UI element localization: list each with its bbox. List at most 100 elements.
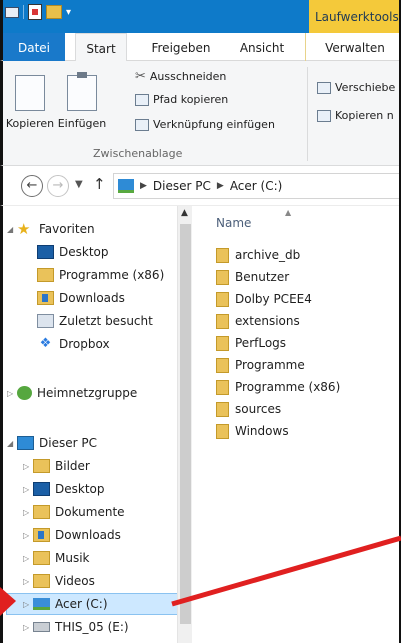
- customize-toolbar-chevron-icon[interactable]: ▾: [66, 7, 71, 18]
- nav-pc-drive-e[interactable]: ▷ THIS_05 (E:): [23, 616, 129, 638]
- dropbox-icon: ❖: [39, 336, 52, 351]
- tab-manage[interactable]: Verwalten: [305, 33, 401, 61]
- nav-pc-pictures-label: Bilder: [55, 459, 90, 473]
- file-item-label: PerfLogs: [235, 336, 287, 350]
- nav-favorites[interactable]: ◢ ★ Favoriten: [7, 218, 95, 240]
- recent-locations-chevron-icon[interactable]: ▼: [75, 179, 83, 190]
- nav-homegroup-label: Heimnetzgruppe: [37, 386, 138, 400]
- expand-arrow-icon[interactable]: ▷: [23, 600, 33, 609]
- file-item[interactable]: Benutzer: [216, 266, 289, 288]
- file-item[interactable]: Dolby PCEE4: [216, 288, 312, 310]
- nav-fav-dropbox[interactable]: ❖ Dropbox: [37, 333, 110, 355]
- removable-drive-icon: [33, 622, 50, 632]
- paste-shortcut-button[interactable]: Verknüpfung einfügen: [135, 118, 275, 131]
- breadcrumb-separator-icon[interactable]: ▶: [140, 181, 147, 191]
- nav-fav-downloads-label: Downloads: [59, 291, 125, 305]
- file-item[interactable]: PerfLogs: [216, 332, 286, 354]
- ribbon-tab-row: Datei Start Freigeben Ansicht Verwalten: [0, 33, 401, 61]
- breadcrumb-drive-c[interactable]: Acer (C:): [230, 179, 283, 193]
- expand-arrow-icon[interactable]: ▷: [23, 508, 33, 517]
- file-item[interactable]: extensions: [216, 310, 300, 332]
- nav-this-pc[interactable]: ◢ Dieser PC: [7, 432, 97, 454]
- tab-view[interactable]: Ansicht: [229, 33, 295, 61]
- nav-pc-downloads-label: Downloads: [55, 528, 121, 542]
- folder-icon: [216, 423, 229, 439]
- nav-pc-drive-e-label: THIS_05 (E:): [55, 620, 129, 634]
- videos-library-icon: [33, 574, 50, 588]
- file-item[interactable]: Programme (x86): [216, 376, 340, 398]
- desktop-icon: [33, 482, 50, 496]
- downloads-icon: [37, 291, 54, 305]
- address-bar[interactable]: ▶ Dieser PC ▶ Acer (C:): [113, 173, 401, 199]
- nav-pc-videos[interactable]: ▷ Videos: [23, 570, 95, 592]
- tab-share[interactable]: Freigeben: [141, 33, 221, 61]
- back-button[interactable]: ←: [21, 175, 43, 197]
- folder-icon: [216, 379, 229, 395]
- quick-access-toolbar: ▾: [5, 4, 71, 20]
- nav-pc-pictures[interactable]: ▷ Bilder: [23, 455, 90, 477]
- copy-to-button[interactable]: Kopieren n: [317, 109, 394, 122]
- music-library-icon: [33, 551, 50, 565]
- copy-path-icon: [135, 93, 149, 106]
- copy-button[interactable]: Kopieren: [3, 67, 57, 130]
- context-tab-drive-tools[interactable]: Laufwerktools: [309, 0, 401, 33]
- file-item[interactable]: sources: [216, 398, 281, 420]
- window-icon[interactable]: [5, 6, 19, 18]
- expand-arrow-icon[interactable]: ▷: [23, 531, 33, 540]
- expand-arrow-icon[interactable]: ▷: [23, 577, 33, 586]
- collapse-arrow-icon[interactable]: ◢: [7, 225, 17, 234]
- nav-fav-desktop[interactable]: Desktop: [37, 241, 109, 263]
- file-item[interactable]: Programme: [216, 354, 305, 376]
- scrollbar-thumb[interactable]: [180, 224, 191, 624]
- nav-pc-music[interactable]: ▷ Musik: [23, 547, 90, 569]
- forward-button[interactable]: →: [47, 175, 69, 197]
- nav-pc-documents[interactable]: ▷ Dokumente: [23, 501, 125, 523]
- group-divider: [307, 67, 308, 161]
- file-item-label: Programme (x86): [235, 380, 341, 394]
- new-folder-icon[interactable]: [46, 5, 62, 19]
- file-list-pane: ▲ Name archive_db Benutzer Dolby PCEE4 e…: [192, 206, 401, 643]
- file-item[interactable]: Windows: [216, 420, 289, 442]
- nav-fav-programme-x86[interactable]: Programme (x86): [37, 264, 164, 286]
- breadcrumb-this-pc[interactable]: Dieser PC: [153, 179, 211, 193]
- nav-pc-drive-c[interactable]: ▷ Acer (C:): [6, 593, 178, 615]
- file-item[interactable]: archive_db: [216, 244, 300, 266]
- cut-button[interactable]: ✂ Ausschneiden: [135, 69, 226, 84]
- nav-pc-music-label: Musik: [55, 551, 90, 565]
- file-item-label: Dolby PCEE4: [235, 292, 312, 306]
- expand-arrow-icon[interactable]: ▷: [7, 389, 17, 398]
- folder-icon: [216, 335, 229, 351]
- folder-icon: [216, 313, 229, 329]
- nav-pc-downloads[interactable]: ▷ Downloads: [23, 524, 121, 546]
- forward-arrow-icon: →: [52, 178, 64, 193]
- nav-homegroup[interactable]: ▷ Heimnetzgruppe: [7, 382, 137, 404]
- folder-icon: [37, 268, 54, 282]
- this-pc-icon: [118, 179, 134, 193]
- computer-icon: [17, 436, 34, 450]
- column-header-name[interactable]: Name: [216, 216, 251, 230]
- paste-button[interactable]: Einfügen: [55, 67, 109, 130]
- expand-arrow-icon[interactable]: ▷: [23, 554, 33, 563]
- nav-fav-recent[interactable]: Zuletzt besucht: [37, 310, 153, 332]
- expand-arrow-icon[interactable]: ▷: [23, 623, 33, 632]
- nav-pc-desktop[interactable]: ▷ Desktop: [23, 478, 105, 500]
- downloads-icon: [33, 528, 50, 542]
- up-button[interactable]: ↑: [93, 175, 106, 193]
- copy-path-button[interactable]: Pfad kopieren: [135, 93, 228, 106]
- ribbon: Kopieren Einfügen ✂ Ausschneiden Pfad ko…: [0, 61, 401, 166]
- expand-arrow-icon[interactable]: ▷: [23, 462, 33, 471]
- tab-start[interactable]: Start: [75, 33, 127, 61]
- breadcrumb-separator-icon[interactable]: ▶: [217, 181, 224, 191]
- collapse-arrow-icon[interactable]: ◢: [7, 439, 17, 448]
- back-arrow-icon: ←: [26, 178, 38, 193]
- tab-file[interactable]: Datei: [3, 33, 65, 61]
- move-to-button[interactable]: Verschiebe: [317, 81, 395, 94]
- properties-icon[interactable]: [28, 4, 42, 20]
- nav-fav-downloads[interactable]: Downloads: [37, 287, 125, 309]
- paste-shortcut-label: Verknüpfung einfügen: [153, 118, 275, 131]
- shortcut-icon: [135, 118, 149, 131]
- nav-this-pc-label: Dieser PC: [39, 436, 97, 450]
- scroll-up-icon[interactable]: ▲: [181, 208, 188, 218]
- navigation-scrollbar[interactable]: ▲: [177, 206, 192, 643]
- expand-arrow-icon[interactable]: ▷: [23, 485, 33, 494]
